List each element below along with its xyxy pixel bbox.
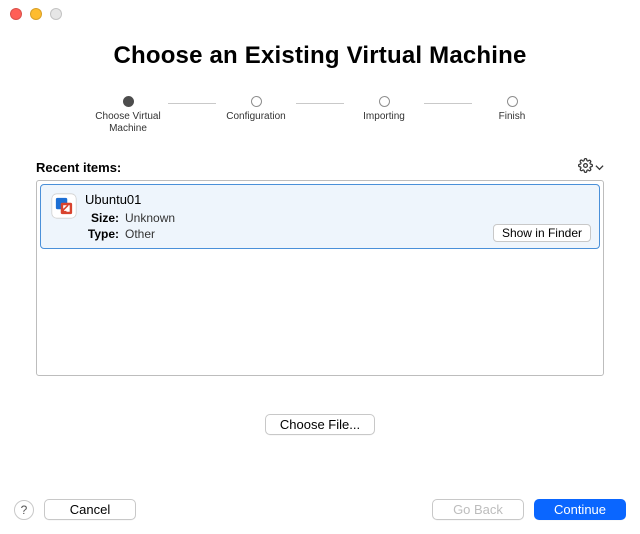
step-indicator	[507, 96, 518, 107]
step-importing: Importing	[344, 96, 424, 123]
show-in-finder-button[interactable]: Show in Finder	[493, 224, 591, 242]
vmware-app-icon	[51, 191, 85, 222]
step-connector	[296, 103, 344, 104]
chevron-down-icon	[595, 160, 604, 175]
gear-icon	[578, 158, 593, 176]
size-value: Unknown	[125, 210, 175, 226]
window-close-button[interactable]	[10, 8, 22, 20]
help-button[interactable]: ?	[14, 500, 34, 520]
choose-file-button[interactable]: Choose File...	[265, 414, 375, 435]
page-title: Choose an Existing Virtual Machine	[0, 42, 640, 70]
step-indicator	[123, 96, 134, 107]
step-configuration: Configuration	[216, 96, 296, 123]
recent-items-options-button[interactable]	[578, 158, 604, 176]
list-item[interactable]: Ubuntu01 Size: Unknown Type: Other Show …	[40, 184, 600, 249]
step-indicator	[379, 96, 390, 107]
step-connector	[168, 103, 216, 104]
continue-button[interactable]: Continue	[534, 499, 626, 520]
type-label: Type:	[85, 226, 119, 242]
recent-items-heading: Recent items:	[36, 160, 121, 175]
step-indicator	[251, 96, 262, 107]
step-label: Configuration	[226, 111, 285, 123]
step-choose-vm: Choose Virtual Machine	[88, 96, 168, 134]
cancel-button[interactable]: Cancel	[44, 499, 136, 520]
window-minimize-button[interactable]	[30, 8, 42, 20]
dialog-footer: ? Cancel Go Back Continue	[0, 489, 640, 534]
step-label: Choose Virtual Machine	[95, 111, 160, 134]
recent-items-list[interactable]: Ubuntu01 Size: Unknown Type: Other Show …	[36, 180, 604, 376]
type-value: Other	[125, 226, 155, 242]
step-label: Importing	[363, 111, 405, 123]
step-label: Finish	[499, 111, 526, 123]
vm-name: Ubuntu01	[85, 191, 591, 209]
window-zoom-button	[50, 8, 62, 20]
go-back-button: Go Back	[432, 499, 524, 520]
titlebar	[0, 0, 640, 28]
step-finish: Finish	[472, 96, 552, 123]
size-label: Size:	[85, 210, 119, 226]
wizard-stepper: Choose Virtual Machine Configuration Imp…	[80, 96, 560, 134]
step-connector	[424, 103, 472, 104]
dialog-window: Choose an Existing Virtual Machine Choos…	[0, 0, 640, 534]
